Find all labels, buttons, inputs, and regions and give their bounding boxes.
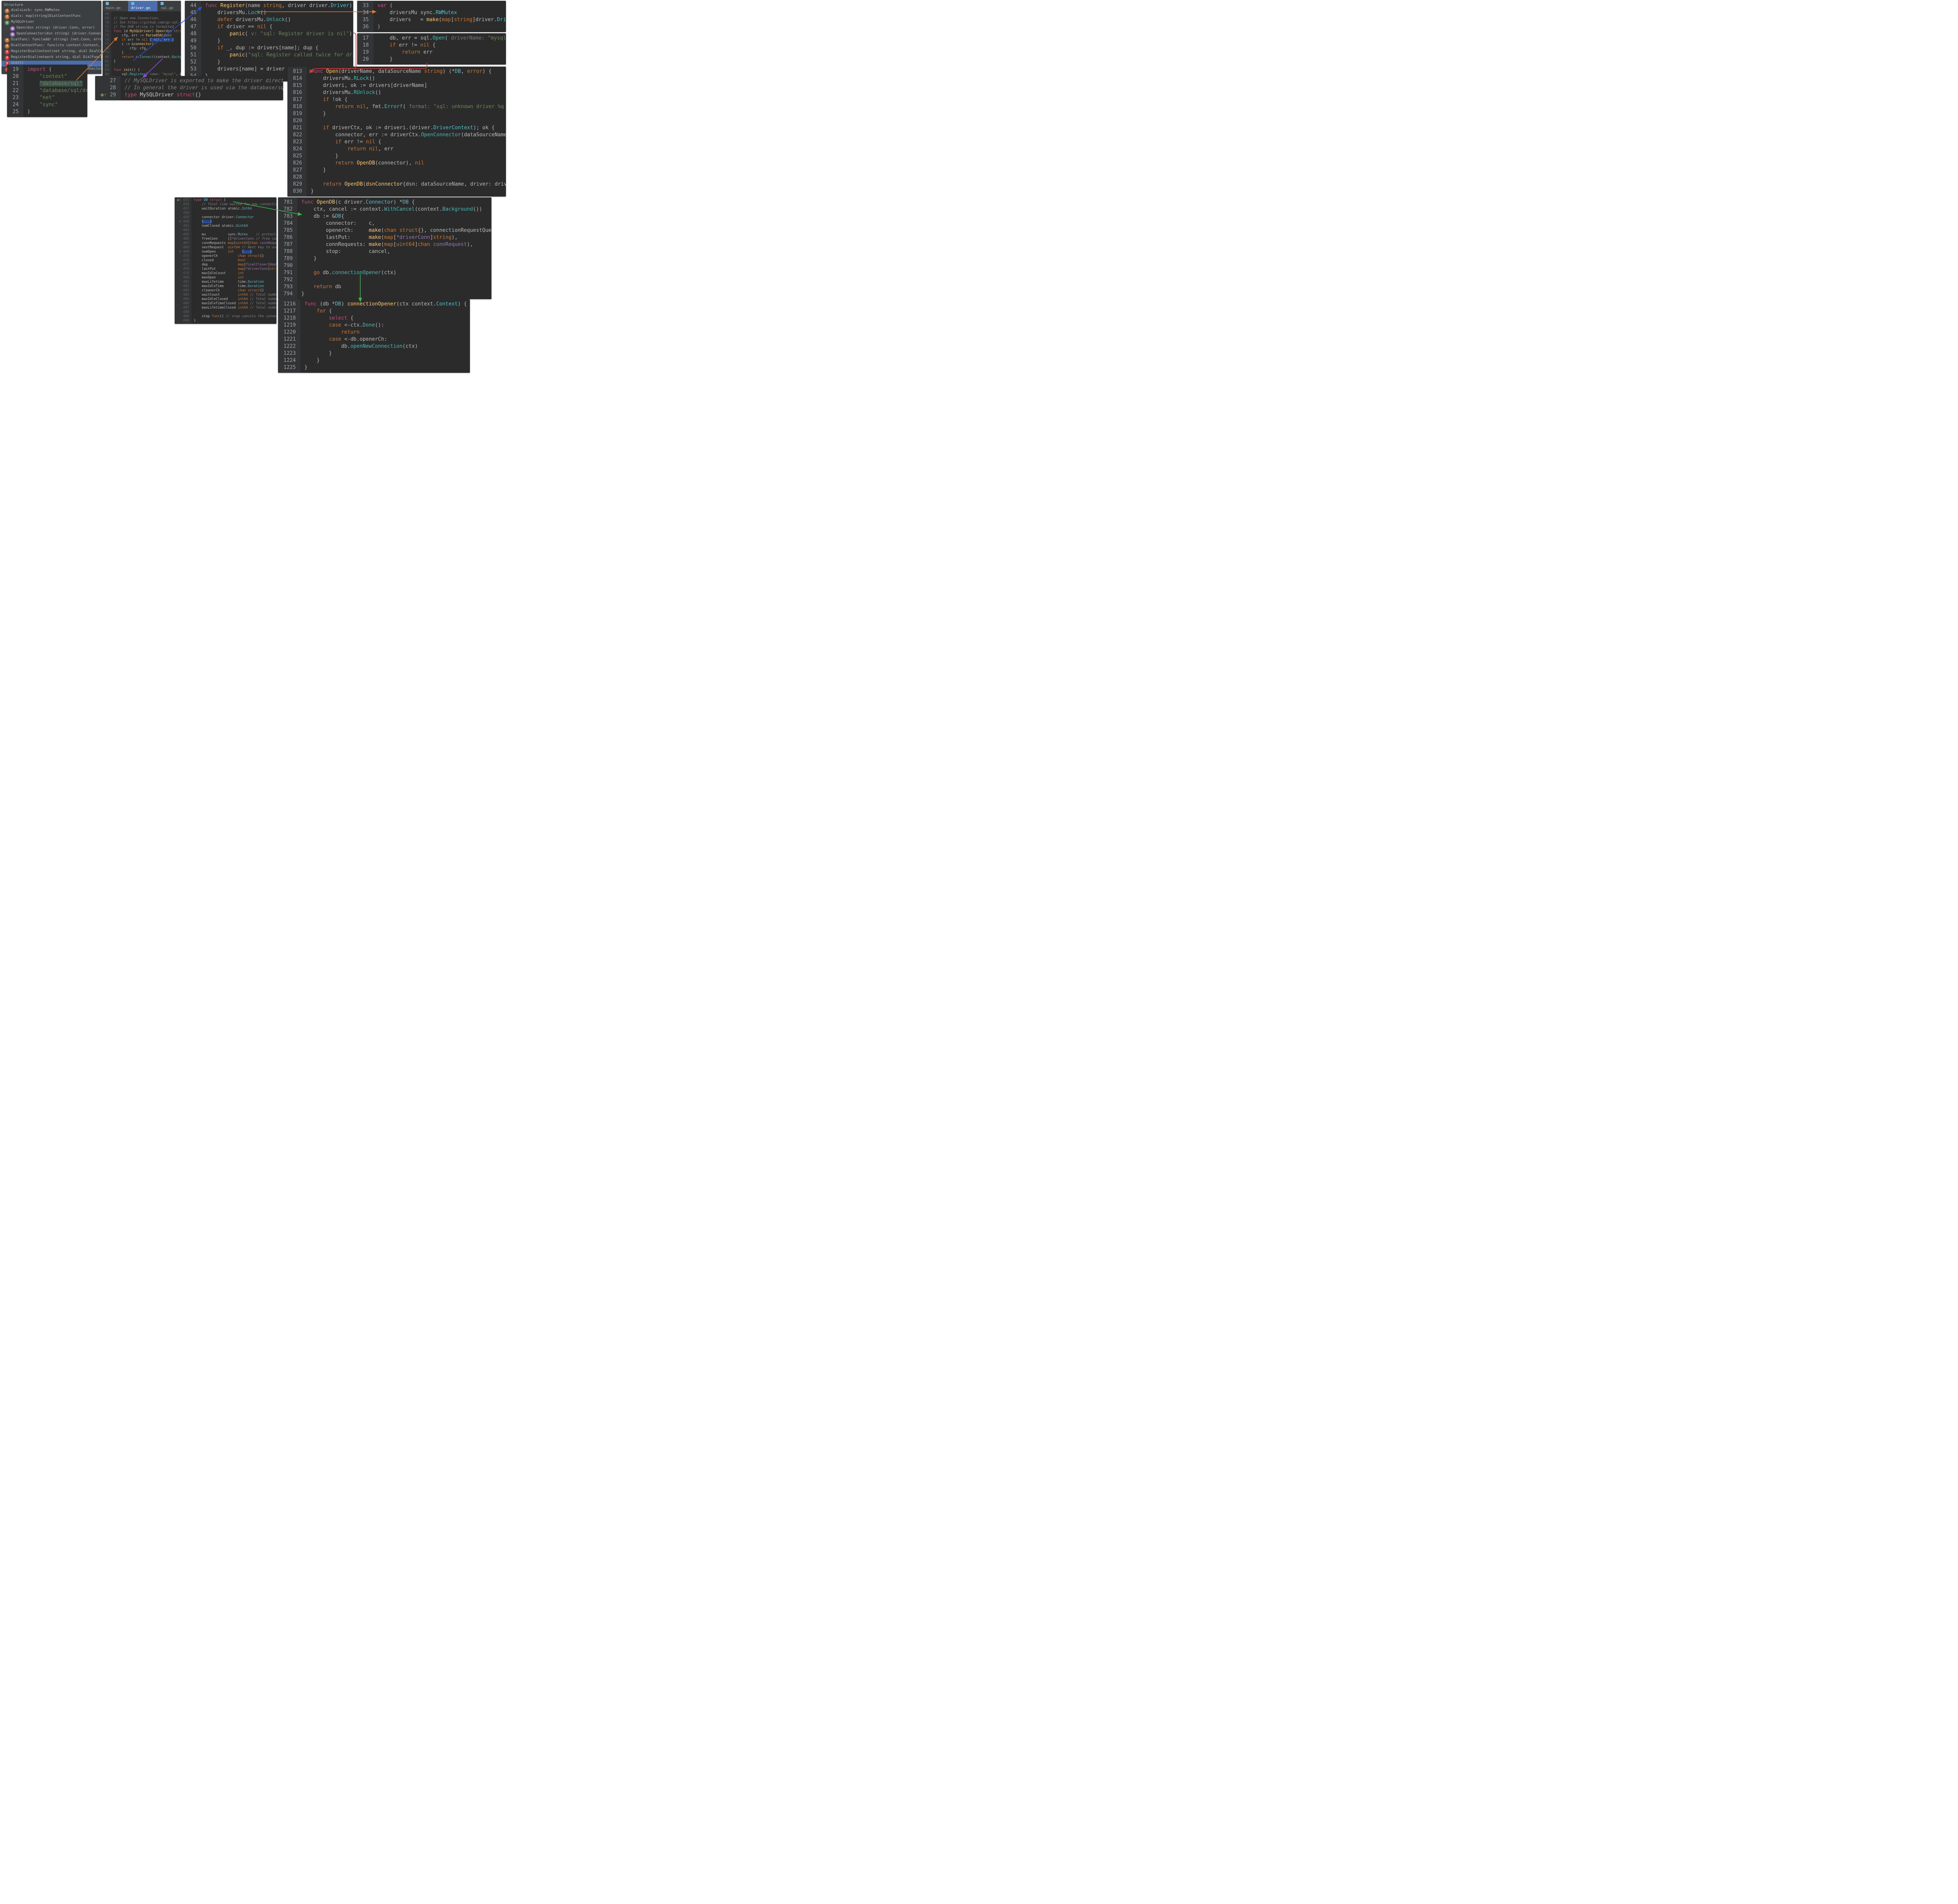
item-label: RegisterDial(network string, dial DialFu… — [11, 55, 101, 59]
item-label: dials: map[string]DialContextFunc — [11, 14, 81, 18]
go-file-icon — [106, 2, 109, 5]
structure-panel: Structure fdialsLock: sync.RWMutexfdials… — [2, 1, 101, 74]
line-number-gutter: 1216 1217 1218 1219 1220 1221 1222 1223 … — [278, 299, 300, 373]
line-number-gutter: 813 814 815 816 817 818 819 820 821 822 … — [287, 67, 307, 197]
code-body[interactable]: var ( driversMu sync.RWMutex drivers = m… — [374, 1, 506, 32]
structure-title: Structure — [2, 2, 101, 8]
item-label: OpenConnector(dsn string) (driver.Connec… — [16, 32, 101, 36]
db-struct-panel: ●↑ 455 456 457 458 459 > 460 463 464 465… — [175, 197, 276, 324]
structure-item[interactable]: fdials: map[string]DialContextFunc — [2, 14, 101, 20]
item-label: dialsLock: sync.RWMutex — [11, 8, 60, 12]
structure-item[interactable]: fRegisterDial(network string, dial DialF… — [2, 55, 101, 61]
code-body[interactable]: func (db *DB) connectionOpener(ctx conte… — [300, 299, 470, 373]
import-panel: 19 20 21 22 23 24 25 import ( "context" … — [7, 65, 87, 117]
code-body[interactable]: // Open new Connection. // See https://g… — [111, 11, 181, 82]
var-decl-panel: 33 34 35 36 var ( driversMu sync.RWMutex… — [357, 1, 506, 32]
line-number-gutter: 781 782 783 784 785 786 787 788 789 790 … — [278, 197, 297, 299]
item-label: MySQLDriver — [11, 20, 34, 24]
file-tab[interactable]: sql.go — [157, 1, 181, 11]
code-body[interactable]: // MySQLDriver is exported to make the d… — [121, 76, 283, 100]
item-type-icon: f — [5, 9, 9, 13]
go-file-icon — [161, 2, 164, 5]
code-body[interactable]: func Open(driverName, dataSourceName str… — [307, 67, 506, 197]
item-label: Open(dsn string) (driver.Conn, error) — [16, 26, 95, 30]
structure-item[interactable]: fRegisterDialContext(net string, dial Di… — [2, 49, 101, 55]
line-number-gutter: 44 45 46 47 48 49 50 51 52 53 54 — [185, 1, 201, 81]
item-label: RegisterDialContext(net string, dial Dia… — [11, 49, 101, 53]
structure-item[interactable]: fDialFunc: func(addr string) (net.Conn, … — [2, 37, 101, 43]
line-number-gutter: 33 34 35 36 — [357, 1, 374, 32]
line-number-gutter: 68 69 70 71 72 73 74 77 78 79 80 81 82 8… — [103, 11, 111, 82]
line-number-gutter: 19 20 21 22 23 24 25 — [7, 65, 23, 117]
line-number-gutter: 17 18 19 20 — [357, 33, 374, 65]
code-body[interactable]: type DB struct { // Total time waited fo… — [191, 197, 276, 324]
item-type-icon: f — [5, 38, 9, 43]
item-type-icon: f — [5, 56, 9, 60]
structure-item[interactable]: mOpen(dsn string) (driver.Conn, error) — [2, 25, 101, 31]
connectionopener-panel: 1216 1217 1218 1219 1220 1221 1222 1223 … — [278, 299, 470, 373]
code-body[interactable]: func OpenDB(c driver.Connector) *DB { ct… — [297, 197, 491, 299]
item-type-icon: f — [5, 14, 9, 19]
code-body[interactable]: db, err = sql.Open( driverName: "mysql",… — [374, 33, 506, 65]
file-tab[interactable]: main.go — [103, 1, 128, 11]
item-type-icon: f — [5, 50, 9, 54]
item-label: DialFunc: func(addr string) (net.Conn, e… — [11, 38, 101, 42]
sql-open-call-panel: 17 18 19 20 db, err = sql.Open( driverNa… — [357, 33, 506, 65]
structure-item[interactable]: fdialsLock: sync.RWMutex — [2, 8, 101, 14]
item-type-icon: m — [10, 32, 15, 37]
file-tab-row: main.godriver.gosql.go — [103, 1, 181, 11]
item-type-icon: s — [5, 20, 9, 25]
item-label: DialContextFunc: func(ctx context.Contex… — [11, 43, 101, 47]
line-number-gutter: 27 28 ●↑ 29 — [95, 76, 121, 100]
file-tab[interactable]: driver.go — [128, 1, 158, 11]
structure-item[interactable]: fDialContextFunc: func(ctx context.Conte… — [2, 43, 101, 49]
opendb-func-panel: 781 782 783 784 785 786 787 788 789 790 … — [278, 197, 491, 299]
structure-item[interactable]: mOpenConnector(dsn string) (driver.Conne… — [2, 31, 101, 37]
structure-item[interactable]: sMySQLDriver — [2, 20, 101, 25]
mysqldriver-type-panel: 27 28 ●↑ 29 // MySQLDriver is exported t… — [95, 76, 283, 100]
code-body[interactable]: import ( "context" "database/sql" "datab… — [23, 65, 87, 117]
item-type-icon: m — [10, 26, 15, 31]
editor-tabs-panel: main.godriver.gosql.go 68 69 70 71 72 73… — [103, 1, 181, 82]
open-func-panel: 813 814 815 816 817 818 819 820 821 822 … — [287, 67, 506, 197]
line-number-gutter: ●↑ 455 456 457 458 459 > 460 463 464 465… — [175, 197, 191, 324]
go-file-icon — [131, 2, 134, 5]
item-type-icon: f — [5, 44, 9, 49]
